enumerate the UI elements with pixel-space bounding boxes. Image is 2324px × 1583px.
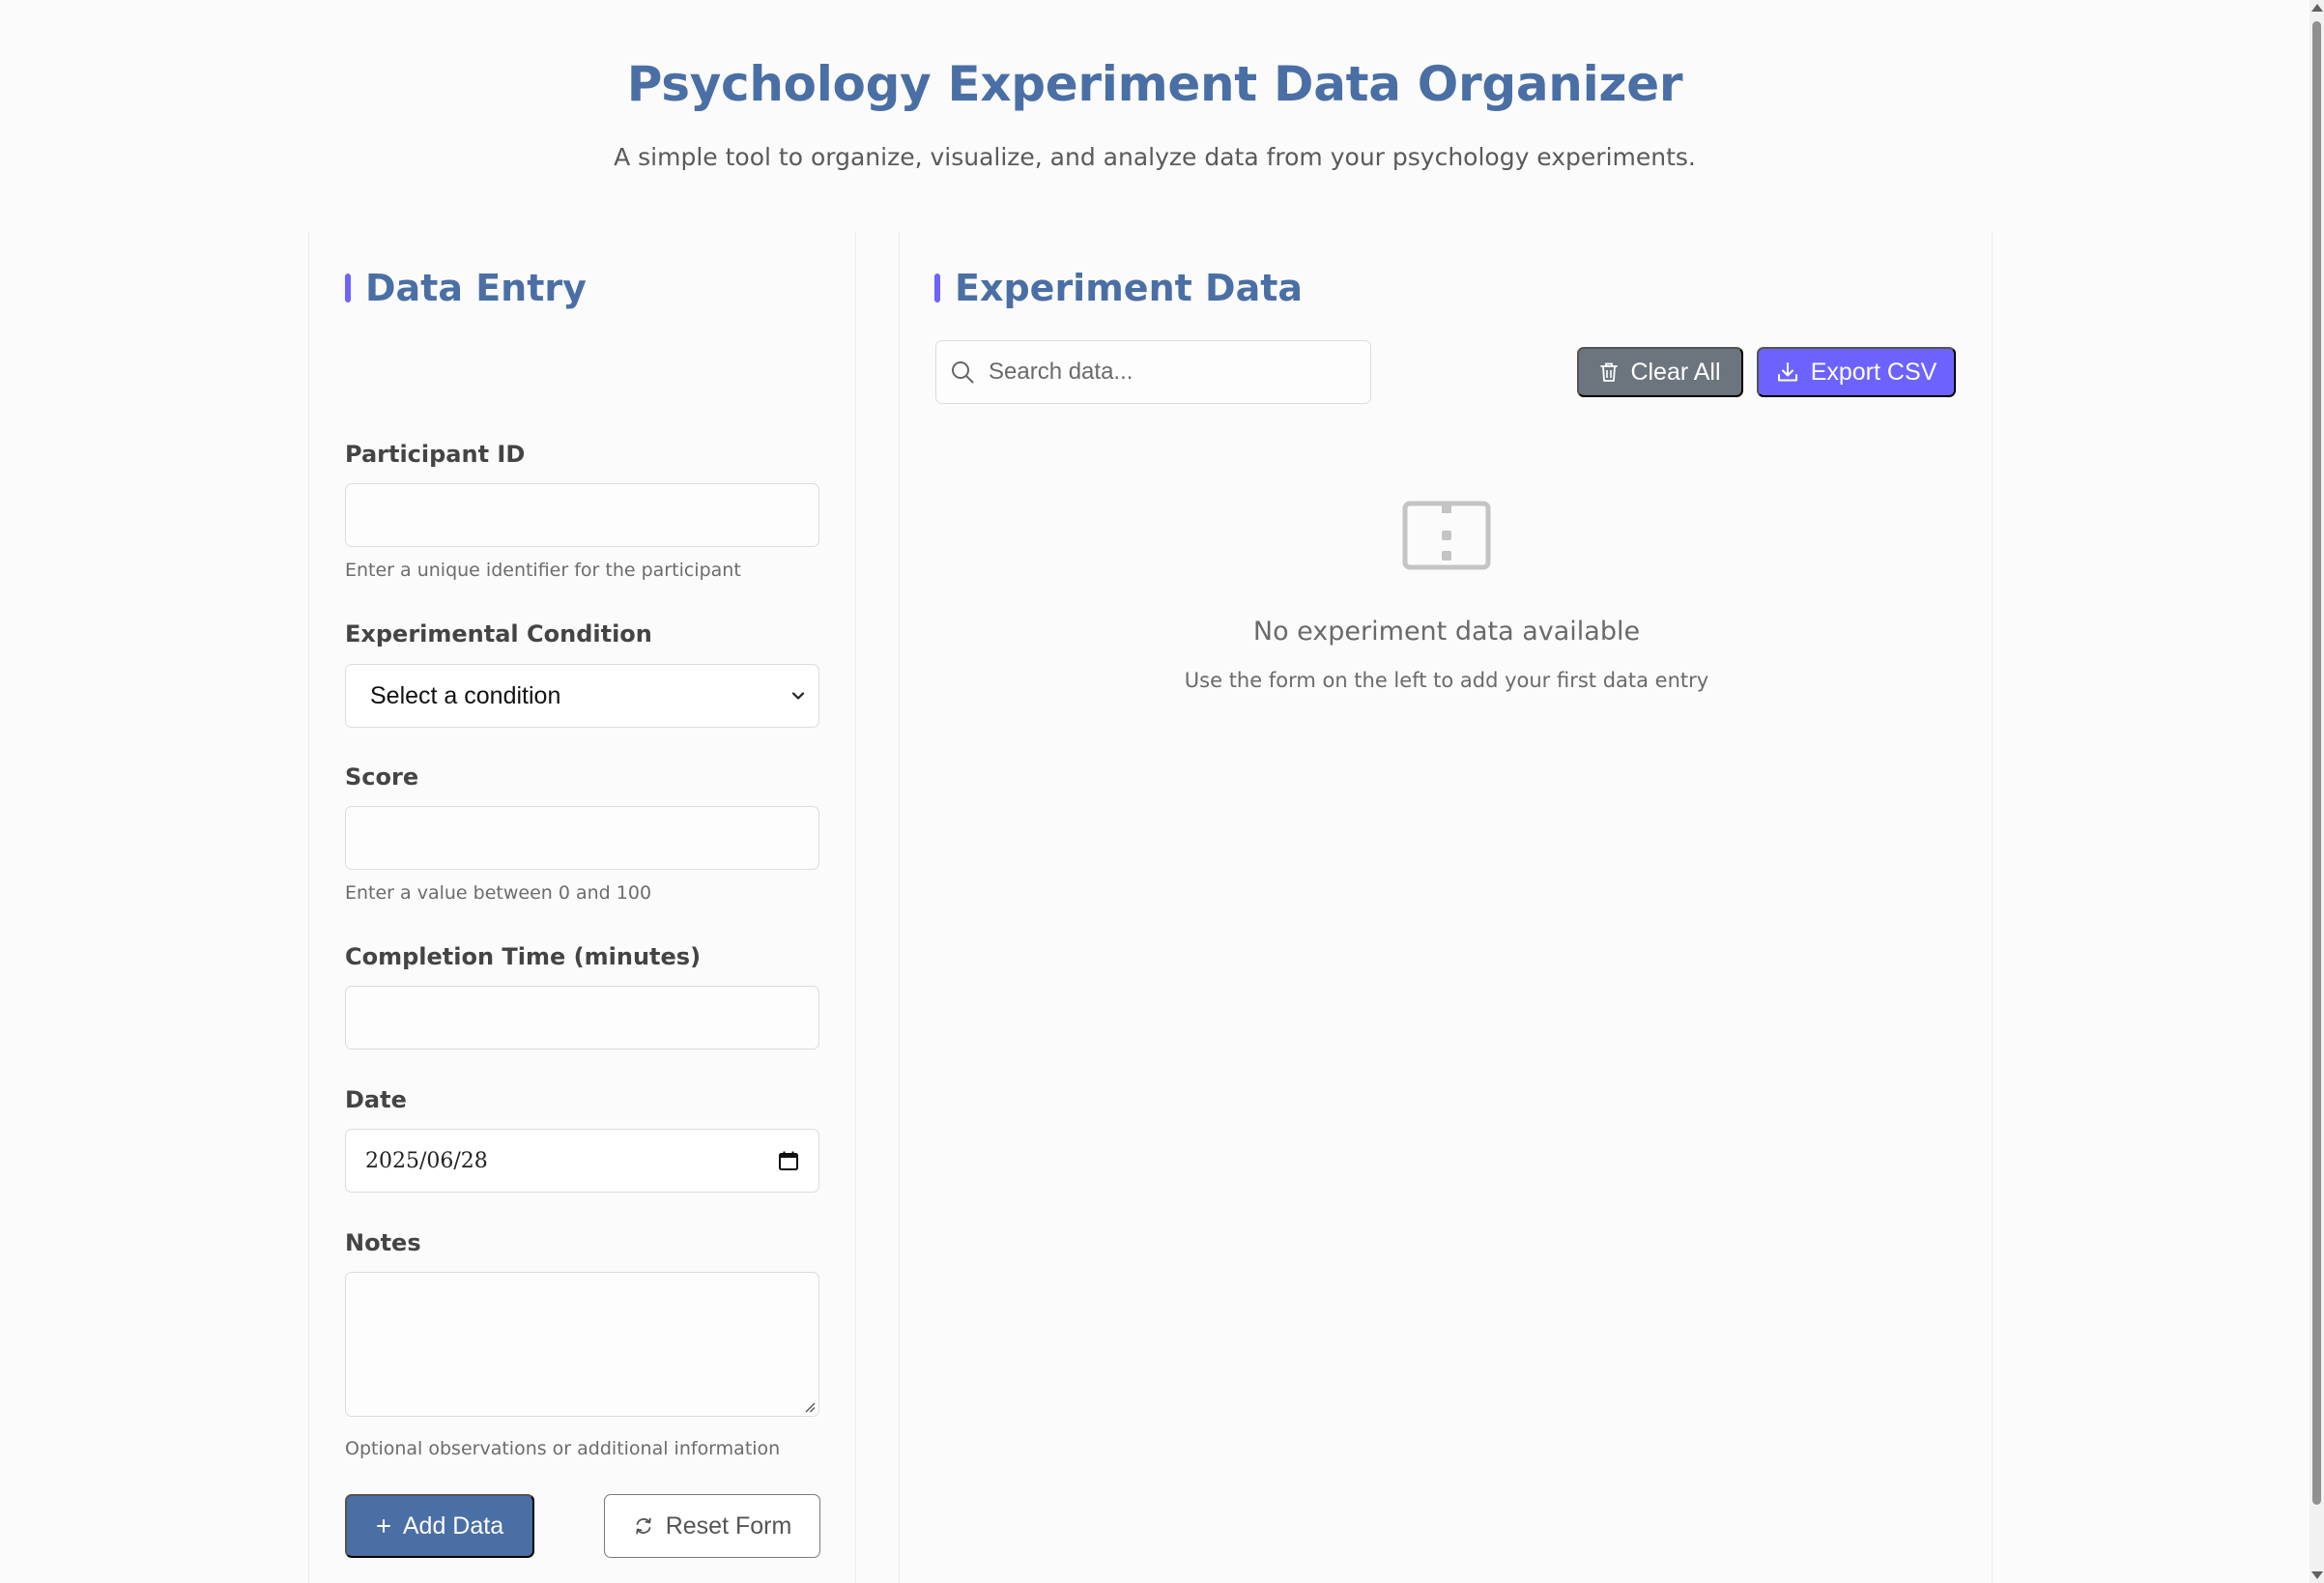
completion-time-label: Completion Time (minutes): [345, 943, 702, 970]
search-field[interactable]: [935, 340, 1371, 404]
reset-form-button[interactable]: Reset Form: [604, 1494, 820, 1558]
participant-id-label: Participant ID: [345, 441, 526, 468]
data-entry-heading-text: Data Entry: [365, 267, 587, 309]
date-label: Date: [345, 1086, 407, 1113]
scroll-down-arrow-icon[interactable]: [2311, 1571, 2323, 1579]
heading-accent-bar: [345, 273, 351, 302]
experiment-data-heading-text: Experiment Data: [955, 267, 1304, 309]
empty-state-title: No experiment data available: [1252, 617, 1641, 647]
clear-all-button[interactable]: Clear All: [1577, 347, 1743, 397]
calendar-icon[interactable]: [778, 1150, 799, 1171]
app-page: Psychology Experiment Data Organizer A s…: [0, 0, 2310, 1583]
condition-label: Experimental Condition: [345, 620, 652, 648]
completion-time-input[interactable]: [345, 986, 819, 1050]
score-label: Score: [345, 763, 419, 791]
notes-textarea[interactable]: [345, 1272, 819, 1417]
add-data-button[interactable]: Add Data: [345, 1494, 534, 1558]
search-input[interactable]: [989, 359, 1336, 386]
experiment-data-panel: Experiment Data Clear All: [899, 232, 1993, 1583]
page-title: Psychology Experiment Data Organizer: [626, 56, 1683, 112]
export-csv-label: Export CSV: [1810, 358, 1937, 386]
plus-icon: [376, 1518, 391, 1534]
notes-label: Notes: [345, 1229, 421, 1256]
condition-selected-value: Select a condition: [370, 681, 561, 709]
date-input[interactable]: 2025/06/28: [345, 1129, 819, 1193]
refresh-icon: [633, 1515, 654, 1537]
notes-hint: Optional observations or additional info…: [345, 1438, 781, 1459]
condition-select[interactable]: Select a condition: [345, 664, 819, 728]
vertical-scrollbar[interactable]: [2310, 0, 2324, 1583]
add-data-label: Add Data: [402, 1511, 504, 1540]
page-subtitle: A simple tool to organize, visualize, an…: [614, 143, 1696, 171]
data-entry-panel: Data Entry Participant ID Enter a unique…: [308, 232, 856, 1583]
trash-icon: [1599, 361, 1619, 383]
participant-id-hint: Enter a unique identifier for the partic…: [345, 560, 741, 581]
chevron-down-icon: [791, 692, 805, 700]
scroll-up-arrow-icon[interactable]: [2311, 4, 2323, 12]
resize-handle-icon[interactable]: [804, 1401, 816, 1413]
data-entry-heading: Data Entry: [345, 267, 587, 309]
experiment-data-heading: Experiment Data: [934, 267, 1303, 309]
score-hint: Enter a value between 0 and 100: [345, 882, 652, 904]
scrollbar-thumb[interactable]: [2312, 21, 2321, 1505]
empty-state-text: Use the form on the left to add your fir…: [1184, 669, 1709, 692]
clear-all-label: Clear All: [1630, 358, 1721, 386]
score-input[interactable]: [345, 806, 819, 870]
download-icon: [1776, 360, 1799, 384]
date-value: 2025/06/28: [365, 1148, 488, 1173]
empty-table-icon: [1402, 501, 1491, 570]
participant-id-input[interactable]: [345, 483, 819, 547]
heading-accent-bar: [934, 273, 940, 302]
reset-form-label: Reset Form: [665, 1511, 792, 1540]
search-icon: [952, 361, 974, 384]
export-csv-button[interactable]: Export CSV: [1757, 347, 1956, 397]
